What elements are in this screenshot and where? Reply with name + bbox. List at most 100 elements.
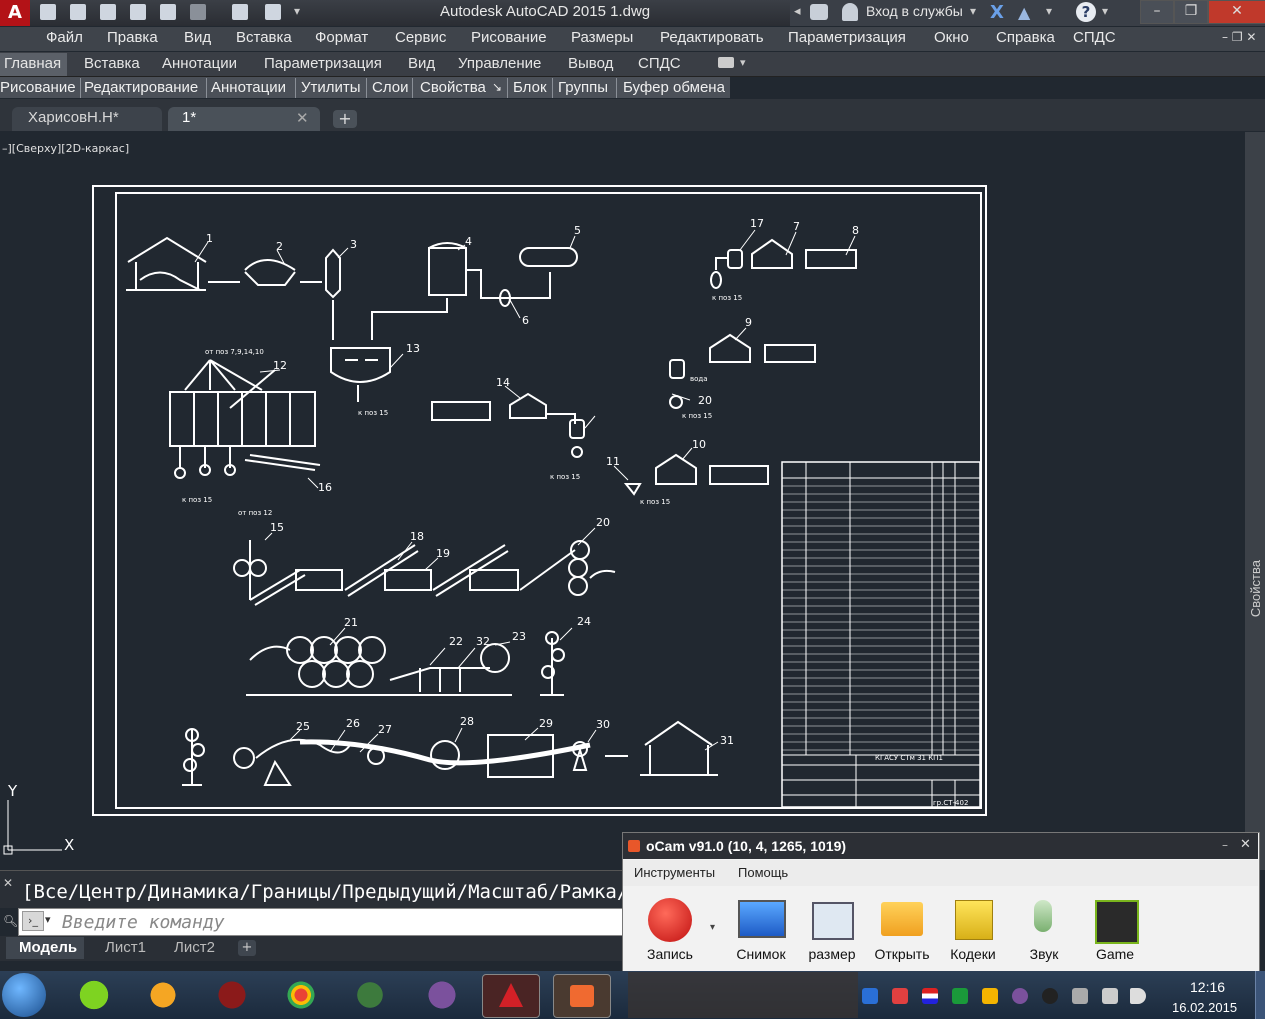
menu-modify[interactable]: Редактировать xyxy=(660,29,764,46)
close-button[interactable]: ✕ xyxy=(1208,0,1265,24)
game-button[interactable]: Game xyxy=(1080,946,1150,962)
menu-view[interactable]: Вид xyxy=(184,29,211,46)
close-tab-icon[interactable]: ✕ xyxy=(296,109,309,127)
panel-utilities[interactable]: Утилиты xyxy=(301,79,361,96)
open-button[interactable]: Открыть xyxy=(867,946,937,962)
save-icon[interactable] xyxy=(100,4,116,20)
panel-layers[interactable]: Слои xyxy=(372,79,408,96)
new-tab-plus-icon[interactable]: + xyxy=(333,110,357,128)
help-dropdown-icon[interactable]: ▾ xyxy=(1102,4,1108,18)
panel-launcher-icon[interactable]: ↘ xyxy=(492,80,502,94)
tray-safely-remove-icon[interactable] xyxy=(1072,988,1088,1004)
chevron-left-icon[interactable]: ◂ xyxy=(794,4,801,19)
tab-view[interactable]: Вид xyxy=(408,55,435,72)
panel-groups[interactable]: Группы xyxy=(558,79,608,96)
tab-manage[interactable]: Управление xyxy=(458,55,541,72)
login-dropdown-icon[interactable]: ▾ xyxy=(970,4,976,18)
tray-monitor-icon[interactable] xyxy=(1102,988,1118,1004)
chrome-icon[interactable] xyxy=(273,974,329,1016)
command-prompt-icon[interactable]: ›_ xyxy=(22,911,44,931)
microphone-icon[interactable] xyxy=(1034,900,1052,932)
tab-home[interactable]: Главная xyxy=(4,55,61,72)
tray-network-icon[interactable] xyxy=(1042,988,1058,1004)
ocam-icon[interactable] xyxy=(553,974,611,1018)
screenshot-monitor-icon[interactable] xyxy=(738,900,786,938)
menu-window[interactable]: Окно xyxy=(934,29,969,46)
panel-modify[interactable]: Редактирование xyxy=(84,79,198,96)
tray-app-icon[interactable] xyxy=(862,988,878,1004)
tab-parametric[interactable]: Параметризация xyxy=(264,55,382,72)
redo-icon[interactable] xyxy=(190,4,206,20)
minimize-button[interactable]: – xyxy=(1140,0,1174,24)
binoculars-icon[interactable] xyxy=(810,4,828,20)
tab-spds[interactable]: СПДС xyxy=(638,55,681,72)
ocam-menu-help[interactable]: Помощь xyxy=(738,865,788,880)
menu-draw[interactable]: Рисование xyxy=(471,29,547,46)
menu-file[interactable]: Файл xyxy=(46,29,83,46)
panel-draw[interactable]: Рисование xyxy=(0,79,76,96)
menu-insert[interactable]: Вставка xyxy=(236,29,292,46)
menu-edit[interactable]: Правка xyxy=(107,29,158,46)
search-icon[interactable]: 🔍︎ xyxy=(3,914,18,928)
codecs-film-icon[interactable] xyxy=(955,900,993,940)
maximize-button[interactable]: ❐ xyxy=(1174,0,1208,24)
tab-annotate[interactable]: Аннотации xyxy=(162,55,237,72)
menu-format[interactable]: Формат xyxy=(315,29,368,46)
menu-help[interactable]: Справка xyxy=(996,29,1055,46)
save-as-icon[interactable] xyxy=(130,4,146,20)
open-file-icon[interactable] xyxy=(70,4,86,20)
clock-date[interactable]: 16.02.2015 xyxy=(1172,1000,1237,1015)
layout-tab-sheet2[interactable]: Лист2 xyxy=(174,939,215,956)
autocad-icon[interactable] xyxy=(482,974,540,1018)
ocam-minimize-button[interactable]: – xyxy=(1222,838,1228,852)
resize-button[interactable]: размер xyxy=(797,946,867,962)
file-tab[interactable]: ХарисовН.Н* xyxy=(12,107,162,131)
add-layout-plus-icon[interactable]: + xyxy=(238,940,256,956)
print-icon[interactable] xyxy=(160,4,176,20)
screenshot-button[interactable]: Снимок xyxy=(726,946,796,962)
google-drive-icon[interactable] xyxy=(982,988,998,1004)
resize-icon[interactable] xyxy=(812,902,854,940)
panel-properties[interactable]: Свойства xyxy=(420,79,486,96)
tab-output[interactable]: Вывод xyxy=(568,55,613,72)
properties-palette-strip[interactable] xyxy=(1245,132,1265,870)
menu-dimensions[interactable]: Размеры xyxy=(571,29,633,46)
sound-button[interactable]: Звук xyxy=(1009,946,1079,962)
recent-commands-dropdown-icon[interactable]: ▾ xyxy=(45,913,51,926)
ocam-menu-tools[interactable]: Инструменты xyxy=(634,865,715,880)
utorrent-icon[interactable] xyxy=(66,974,122,1016)
tab-insert[interactable]: Вставка xyxy=(84,55,140,72)
panel-clipboard[interactable]: Буфер обмена xyxy=(623,79,725,96)
panel-block[interactable]: Блок xyxy=(513,79,547,96)
menu-tools[interactable]: Сервис xyxy=(395,29,446,46)
quick-access-dropdown-icon[interactable]: ▾ xyxy=(294,4,300,18)
new-file-icon[interactable] xyxy=(40,4,56,20)
viber-icon[interactable] xyxy=(414,974,470,1016)
nvidia-game-icon[interactable] xyxy=(1095,900,1139,944)
clock-time[interactable]: 12:16 xyxy=(1190,979,1225,995)
monitor-icon[interactable] xyxy=(342,974,398,1016)
properties-palette-label[interactable]: Свойства xyxy=(1248,560,1263,617)
login-link[interactable]: Вход в службы xyxy=(866,3,963,19)
menu-spds[interactable]: СПДС xyxy=(1073,29,1116,46)
show-desktop-button[interactable] xyxy=(1255,971,1265,1019)
doc-window-controls[interactable]: – ❐ ✕ xyxy=(1222,30,1256,44)
match-properties-icon[interactable] xyxy=(265,4,281,20)
autodesk-360-icon[interactable]: ▲ xyxy=(1018,3,1030,22)
tray-alert-icon[interactable] xyxy=(892,988,908,1004)
menu-parametric[interactable]: Параметризация xyxy=(788,29,906,46)
help-icon[interactable]: ? xyxy=(1076,2,1096,22)
ocam-close-button[interactable]: ✕ xyxy=(1240,837,1251,852)
vlc-icon[interactable] xyxy=(135,974,191,1016)
tray-green-icon[interactable] xyxy=(952,988,968,1004)
tray-viber-icon[interactable] xyxy=(1012,988,1028,1004)
file-tab-active[interactable]: 1* ✕ xyxy=(168,107,320,131)
layout-tab-sheet1[interactable]: Лист1 xyxy=(105,939,146,956)
volume-icon[interactable] xyxy=(1130,988,1146,1004)
ribbon-options-dropdown-icon[interactable]: ▾ xyxy=(740,56,746,69)
record-icon[interactable] xyxy=(648,898,692,942)
tray-flag-icon[interactable] xyxy=(922,988,938,1004)
plot-icon[interactable] xyxy=(232,4,248,20)
command-close-icon[interactable]: ✕ xyxy=(3,876,13,890)
ribbon-minimize-icon[interactable] xyxy=(718,57,734,68)
